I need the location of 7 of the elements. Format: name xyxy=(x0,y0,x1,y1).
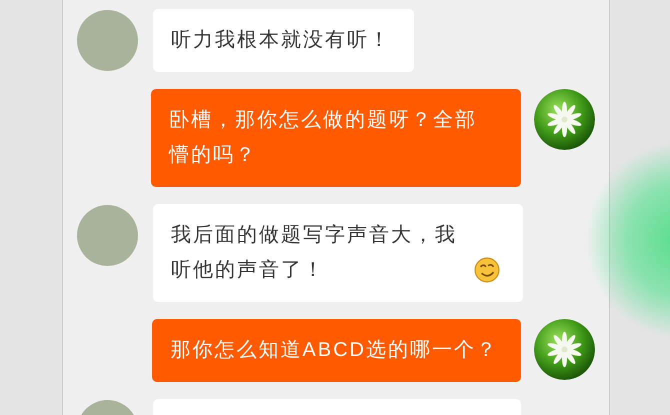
smiley-emoji-icon xyxy=(474,257,500,283)
flower-avatar-icon[interactable] xyxy=(534,89,595,150)
message-text: 那你怎么知道ABCD选的哪一个？ xyxy=(170,339,498,361)
message-text: 听力我根本就没有听！ xyxy=(171,29,391,51)
message-text: 卧槽，那你怎么做的题呀？全部懵的吗？ xyxy=(169,109,477,166)
flower-avatar-icon[interactable] xyxy=(534,319,595,380)
message-text: 我后面的做题写字声音大，我听他的声音了！ xyxy=(171,223,458,283)
